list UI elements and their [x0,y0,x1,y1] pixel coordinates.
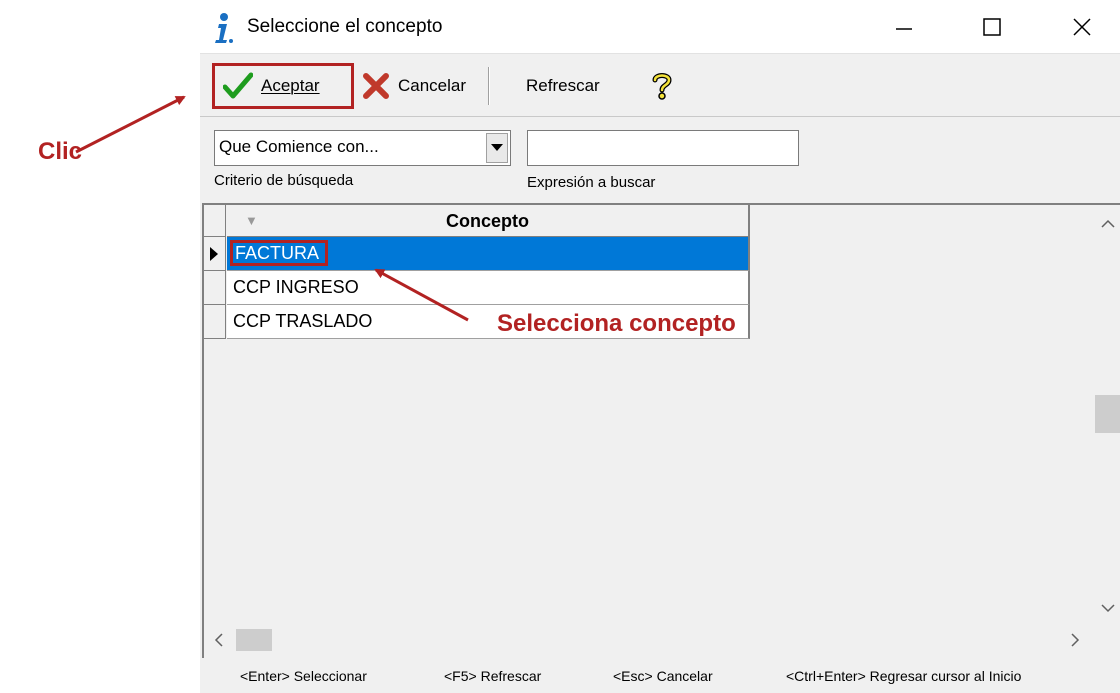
chevron-up-icon [1101,219,1115,228]
dialog-window: Seleccione el concepto Aceptar Cancelar … [200,0,1120,693]
row-indicator [204,305,226,339]
close-icon [1073,18,1091,36]
vertical-scroll-thumb[interactable] [1095,395,1120,433]
help-question-icon [652,73,672,100]
chevron-left-icon [214,633,223,647]
checkmark-icon [223,72,253,99]
toolbar-separator [488,67,490,105]
window-title: Seleccione el concepto [247,16,443,37]
annotation-selecciona-concepto: Selecciona concepto [497,310,736,337]
toolbar: Aceptar Cancelar Refrescar [200,57,1120,117]
cancelar-button[interactable]: Cancelar [356,63,486,109]
refrescar-label: Refrescar [526,76,600,95]
criterio-label: Criterio de búsqueda [214,172,354,189]
status-hint-ctrl-enter: <Ctrl+Enter> Regresar cursor al Inicio [786,668,1022,684]
aceptar-button[interactable]: Aceptar [212,63,354,109]
horizontal-scroll-thumb[interactable] [236,629,272,651]
cancelar-label: Cancelar [398,76,467,95]
x-icon [363,73,389,99]
row-cell[interactable]: CCP INGRESO [227,271,750,305]
horizontal-scrollbar[interactable] [204,625,1094,655]
row-text: FACTURA [229,240,329,266]
maximize-button[interactable] [962,0,1022,54]
minimize-icon [896,28,912,30]
stage: Clic Seleccione el concepto Aceptar Canc… [0,0,1120,693]
column-header-concepto[interactable]: ▼ Concepto [227,205,750,237]
close-button[interactable] [1052,0,1112,54]
scroll-down-button[interactable] [1097,597,1119,619]
row-text: CCP TRASLADO [233,311,373,331]
expresion-input[interactable] [527,130,799,166]
status-hint-esc: <Esc> Cancelar [613,668,713,684]
column-header-label: Concepto [446,211,529,231]
search-bar: Que Comience con... Criterio de búsqueda… [200,118,1120,202]
dropdown-arrow-button[interactable] [486,133,508,163]
info-icon [215,13,233,43]
maximize-icon [983,18,1001,36]
criterio-value: Que Comience con... [219,137,379,156]
sort-icon: ▼ [245,213,258,228]
chevron-down-icon [491,144,503,151]
status-hint-enter: <Enter> Seleccionar [240,668,367,684]
chevron-down-icon [1101,604,1115,613]
annotation-clic: Clic [38,138,83,165]
help-button[interactable] [650,63,680,109]
table-row[interactable]: CCP INGRESO [204,271,750,305]
scroll-right-button[interactable] [1064,629,1086,651]
status-hint-f5: <F5> Refrescar [444,668,542,684]
row-indicator [204,271,226,305]
scroll-left-button[interactable] [208,629,230,651]
header-indicator [204,205,226,237]
scroll-up-button[interactable] [1097,213,1119,235]
table-row[interactable]: FACTURA [204,237,750,271]
grid-area: ▼ Concepto FACTURA CCP INGRESO CCP TRASL… [204,205,1094,625]
concepto-grid: ▼ Concepto FACTURA CCP INGRESO CCP TRASL… [202,203,1120,658]
vertical-scrollbar[interactable] [1094,205,1120,625]
criterio-dropdown[interactable]: Que Comience con... [214,130,511,166]
row-text: CCP INGRESO [233,277,359,297]
row-cell[interactable]: FACTURA [227,237,750,271]
status-bar: <Enter> Seleccionar <F5> Refrescar <Esc>… [200,658,1120,693]
chevron-right-icon [1071,633,1080,647]
refrescar-button[interactable]: Refrescar [526,63,626,109]
aceptar-label: Aceptar [261,76,320,95]
title-bar: Seleccione el concepto [200,0,1120,54]
row-indicator [204,237,226,271]
expresion-label: Expresión a buscar [527,174,656,191]
clic-arrow [75,95,186,154]
minimize-button[interactable] [874,0,934,54]
current-row-arrow-icon [210,247,218,261]
